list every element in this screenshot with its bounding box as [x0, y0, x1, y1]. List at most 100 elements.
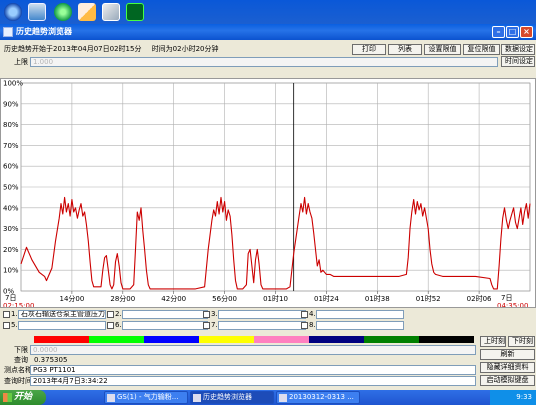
set-limits-button[interactable]: 设置限值	[424, 44, 461, 55]
channel-4-checkbox[interactable]	[301, 311, 308, 318]
title-bar: 历史趋势浏览器 – □ ×	[0, 24, 536, 40]
channel-4-color-swatch[interactable]	[199, 336, 254, 343]
query-label: 查询	[14, 356, 28, 364]
window-title: 历史趋势浏览器	[16, 27, 72, 36]
query-time-label: 查询时间	[4, 377, 32, 385]
channel-8-checkbox[interactable]	[301, 322, 308, 329]
document-pen-icon[interactable]	[78, 3, 96, 21]
app-icon	[107, 394, 115, 402]
next-moment-button[interactable]: 下时刻	[508, 336, 535, 347]
x-tick-label: 28分00	[110, 294, 135, 303]
taskbar-item[interactable]: GS(1) - 气力输粉...	[104, 391, 188, 404]
x-tick-label: 02时06	[467, 294, 492, 303]
start-label: 历史趋势开始于	[4, 45, 53, 53]
data-settings-button[interactable]: 数据设定	[501, 44, 535, 55]
channel-7-checkbox[interactable]	[203, 322, 210, 329]
y-tick-label: 30%	[3, 225, 19, 233]
y-tick-label: 60%	[3, 163, 19, 171]
channel-8-field[interactable]	[316, 321, 404, 330]
taskbar-item[interactable]: 20130312-0313 ...	[276, 391, 360, 404]
app-icon	[193, 394, 201, 402]
y-tick-label: 10%	[3, 267, 19, 275]
channel-6-field[interactable]	[122, 321, 208, 330]
interval-info: 时间为02小时20分钟	[151, 45, 219, 53]
channel-5-color-swatch[interactable]	[254, 336, 309, 343]
time-settings-button[interactable]: 时间设定	[501, 56, 535, 67]
query-value: 0.375305	[34, 356, 68, 364]
start-simulated-keyboard-button[interactable]: 启动模拟键盘	[480, 375, 535, 386]
channel-7-color-swatch[interactable]	[364, 336, 419, 343]
quick-launch-bar	[0, 0, 536, 24]
x-tick-label: 14分00	[59, 294, 84, 303]
trend-plot[interactable]: 100% 90% 80% 70% 60% 50% 40% 30% 20% 10% 0% 14分00 28…	[0, 78, 536, 308]
x-tick-label: 01时24	[314, 294, 339, 303]
channel-1-number: 1.	[11, 310, 18, 318]
minimize-button[interactable]: –	[492, 26, 505, 38]
y-tick-label: 100%	[3, 80, 23, 88]
taskbar: 开始 GS(1) - 气力输粉... 历史趋势浏览器 20130312-0313…	[0, 390, 536, 405]
channel-3-color-swatch[interactable]	[144, 336, 199, 343]
y-tick-label: 20%	[3, 246, 19, 254]
channel-1-color-swatch[interactable]	[34, 336, 89, 343]
channel-4-number: 4.	[309, 310, 316, 318]
channel-3-number: 3.	[211, 310, 218, 318]
windows-flag-icon	[3, 393, 12, 402]
x-end-day: 7日	[501, 294, 512, 302]
maximize-button[interactable]: □	[506, 26, 519, 38]
x-tick-label: 01时52	[416, 294, 441, 303]
channel-2-checkbox[interactable]	[107, 311, 114, 318]
channel-4-field[interactable]	[316, 310, 404, 319]
list-button[interactable]: 列表	[388, 44, 422, 55]
x-tick-label: 01时38	[365, 294, 390, 303]
trend-info: 历史趋势开始于2013年04月07日02时15分 时间为02小时20分钟	[4, 44, 219, 55]
folder-icon	[279, 394, 287, 402]
channel-1-field[interactable]: 石灰石输送仓泵主管道压力	[18, 310, 106, 319]
taskbar-item-label: 20130312-0313 ...	[289, 393, 354, 401]
reset-limits-button[interactable]: 复位限值	[463, 44, 500, 55]
channel-2-field[interactable]	[122, 310, 208, 319]
trend-chart[interactable]: 100%90%80%70%60%50%40%30%20%10%0%14分00 28…	[1, 79, 535, 307]
channel-6-checkbox[interactable]	[107, 322, 114, 329]
trend-browser-window: 历史趋势浏览器 – □ × 历史趋势开始于2013年04月07日02时15分 时…	[0, 24, 536, 390]
upper-limit-input[interactable]: 1.000	[30, 57, 498, 67]
channel-8-color-swatch[interactable]	[419, 336, 474, 343]
green-orb-icon[interactable]	[54, 3, 72, 21]
channel-2-number: 2.	[115, 310, 122, 318]
channel-6-number: 6.	[115, 321, 122, 329]
refresh-button[interactable]: 刷新	[480, 349, 535, 360]
ie-icon[interactable]	[4, 3, 22, 21]
clock: 9:33	[516, 393, 532, 401]
point-name-label: 测点名称	[4, 366, 32, 374]
system-tray: 9:33	[490, 390, 536, 405]
channel-6-color-swatch[interactable]	[309, 336, 364, 343]
monitor-icon[interactable]	[28, 3, 46, 21]
x-tick-label: 42分00	[161, 294, 186, 303]
taskbar-item-label: 历史趋势浏览器	[203, 393, 252, 401]
y-tick-label: 70%	[3, 142, 19, 150]
channel-5-field[interactable]	[18, 321, 106, 330]
taskbar-item-active[interactable]: 历史趋势浏览器	[190, 391, 274, 404]
x-end-time: 04:35:00	[497, 302, 528, 307]
channel-7-field[interactable]	[218, 321, 306, 330]
close-button[interactable]: ×	[520, 26, 533, 38]
channel-3-field[interactable]	[218, 310, 306, 319]
y-tick-label: 80%	[3, 121, 19, 129]
y-tick-label: 40%	[3, 204, 19, 212]
oscilloscope-icon[interactable]	[126, 3, 144, 21]
print-button[interactable]: 打印	[352, 44, 386, 55]
taskbar-item-label: GS(1) - 气力输粉...	[117, 393, 179, 401]
channel-1-checkbox[interactable]	[3, 311, 10, 318]
channel-5-checkbox[interactable]	[3, 322, 10, 329]
start-button[interactable]: 开始	[0, 390, 46, 405]
start-label: 开始	[14, 392, 33, 402]
y-tick-label: 90%	[3, 100, 19, 108]
point-name-field[interactable]: PG3 PT1101	[30, 365, 476, 375]
lower-limit-input[interactable]: 0.0000	[30, 345, 476, 355]
query-time-field[interactable]: 2013年4月7日3:34:22	[30, 376, 476, 386]
channel-3-checkbox[interactable]	[203, 311, 210, 318]
trend-app-icon[interactable]	[102, 3, 120, 21]
hide-details-button[interactable]: 隐藏详细资料	[480, 362, 535, 373]
prev-moment-button[interactable]: 上时刻	[480, 336, 506, 347]
y-tick-label: 50%	[3, 184, 19, 192]
channel-2-color-swatch[interactable]	[89, 336, 144, 343]
